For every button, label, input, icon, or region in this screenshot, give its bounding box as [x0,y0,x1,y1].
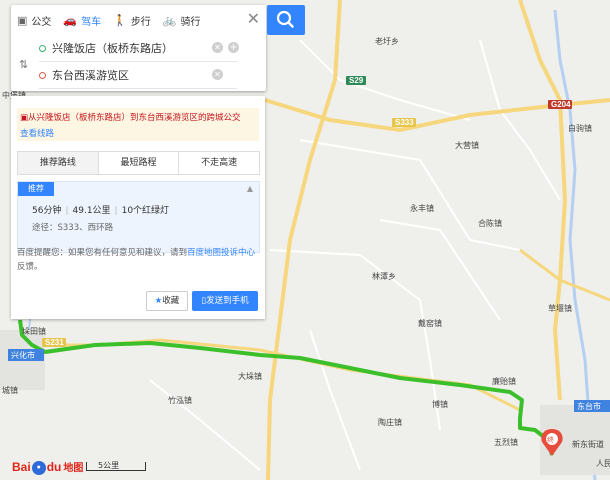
notice-title[interactable]: ▣从兴隆饭店（板桥东路店）到东台西溪游览区的跨城公交 [20,111,241,123]
route-summary: 56分钟 | 49.1公里 | 10个红绿灯 [32,206,170,216]
route-tabs: 推荐路线 最短路程 不走高速 [17,151,260,175]
place-taozhuang: 陶庄镇 [378,417,402,427]
svg-text:兴化市: 兴化市 [11,350,35,360]
svg-text:S29: S29 [349,76,364,85]
place-bo: 博镇 [432,399,448,409]
city-label-dongtai: 东台市 [574,400,610,412]
route-via: 途径：S333、西环路 [32,223,114,233]
baidu-logo[interactable]: Bai ● du 地图 [12,459,83,475]
favorite-button[interactable]: ★收藏 [146,291,188,311]
scale-label: 5公里 [98,461,120,470]
place-wulie: 五烈镇 [494,437,518,447]
place-zhuhong: 竹泓镇 [168,395,192,405]
svg-text:东台市: 东台市 [577,401,601,411]
route-option[interactable]: 推荐 ▲ 56分钟 | 49.1公里 | 10个红绿灯 途径：S333、西环路 [17,181,260,253]
road-shield-s29: S29 [346,76,366,85]
clear-start-icon[interactable]: ✕ [212,42,223,53]
place-lintan: 林潭乡 [372,271,396,281]
bike-icon: 🚲 [162,13,177,27]
cross-city-notice: ▣从兴隆饭店（板桥东路店）到东台西溪游览区的跨城公交 查看线路 [17,108,259,141]
transport-modes: ▣ 公交 🚗 驾车 🚶 步行 🚲 骑行 [11,5,266,35]
feedback-tip: 百度提醒您：如果您有任何意见和建议，请到百度地图投诉中心反馈。 [17,248,256,272]
svg-text:G204: G204 [551,100,571,109]
close-icon[interactable]: ✕ [247,11,260,27]
place-daying: 大营镇 [455,140,479,150]
car-icon: 🚗 [63,13,78,27]
road-shield-s333: S333 [392,118,416,127]
route-search-box: ▣ 公交 🚗 驾车 🚶 步行 🚲 骑行 ✕ ⇅ 兴隆饭店（板桥东路店） ✕ + … [11,5,266,91]
end-field[interactable]: 东台西溪游览区 ✕ [39,62,237,89]
feedback-link[interactable]: 百度地图投诉中心 [187,248,255,258]
walk-icon: 🚶 [113,13,127,27]
mode-bus[interactable]: ▣ 公交 [11,5,57,35]
notice-link[interactable]: 查看线路 [20,127,54,139]
route-badge: 推荐 [18,182,54,196]
start-field[interactable]: 兴隆饭店（板桥东路店） ✕ + [39,35,239,62]
place-daduo: 大垛镇 [238,371,262,381]
swap-icon[interactable]: ⇅ [19,58,28,71]
place-laoxu: 老圩乡 [375,36,399,46]
city-label-xinghua: 兴化市 [8,349,44,361]
tab-recommended[interactable]: 推荐路线 [18,152,99,174]
route-result-panel: ▣从兴隆饭店（板桥东路店）到东台西溪游览区的跨城公交 查看线路 推荐路线 最短路… [11,96,265,319]
paw-icon: ● [31,460,46,475]
send-to-phone-button[interactable]: ▯发送到手机 [192,291,258,311]
clear-end-icon[interactable]: ✕ [212,69,223,80]
place-lianyi: 廉贻镇 [492,376,516,386]
place-duotian: 垛田镇 [22,326,46,336]
place-yongfeng: 永丰镇 [410,203,434,213]
bus-icon: ▣ [17,13,28,27]
mode-bike[interactable]: 🚲 骑行 [157,5,207,35]
place-xindong: 新东街道 [572,439,604,449]
place-baiju: 白驹镇 [568,123,592,133]
chevron-up-icon[interactable]: ▲ [247,184,253,193]
place-caoyan: 草堰镇 [548,303,572,313]
mode-car[interactable]: 🚗 驾车 [57,5,107,35]
add-waypoint-icon[interactable]: + [228,42,239,53]
search-button[interactable] [267,5,305,35]
place-hechen: 合陈镇 [478,218,502,228]
svg-text:S333: S333 [395,118,414,127]
search-icon [276,10,294,28]
tab-shortest[interactable]: 最短路程 [99,152,180,174]
place-renmin: 人民 [596,459,610,468]
place-daiyao: 戴窑镇 [418,318,442,328]
place-chengzhen: 城镇 [2,385,18,395]
bus-icon: ▣ [20,113,29,123]
tab-no-highway[interactable]: 不走高速 [179,152,259,174]
end-dot-icon [39,71,46,79]
mode-walk[interactable]: 🚶 步行 [107,5,157,35]
road-shield-s231: S231 [42,338,66,347]
svg-text:S231: S231 [45,338,64,347]
road-shield-g204: G204 [548,100,572,109]
svg-text:终: 终 [547,435,554,444]
start-dot-icon [39,44,46,52]
